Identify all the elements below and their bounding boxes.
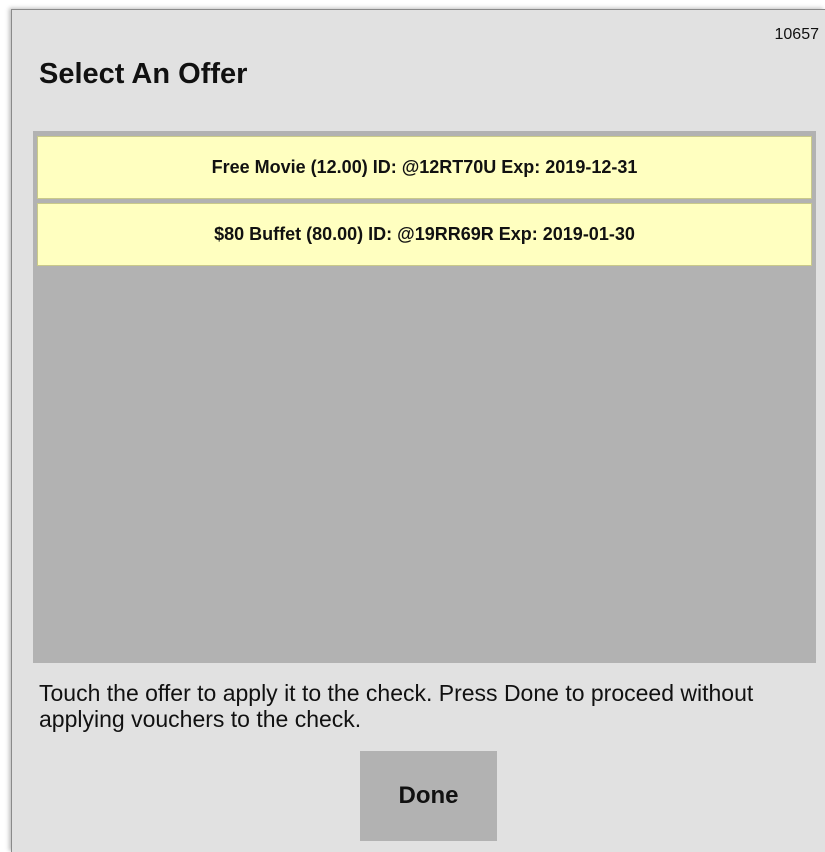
offer-item-free-movie[interactable]: Free Movie (12.00) ID: @12RT70U Exp: 201…	[37, 136, 812, 199]
instructions-text: Touch the offer to apply it to the check…	[39, 680, 754, 732]
done-button[interactable]: Done	[360, 751, 497, 841]
offer-list: Free Movie (12.00) ID: @12RT70U Exp: 201…	[33, 131, 816, 663]
offer-item-buffet[interactable]: $80 Buffet (80.00) ID: @19RR69R Exp: 201…	[37, 203, 812, 266]
dialog-title: Select An Offer	[39, 58, 248, 90]
select-offer-dialog: 10657 Select An Offer Free Movie (12.00)…	[11, 9, 825, 852]
screen-id: 10657	[774, 26, 820, 43]
